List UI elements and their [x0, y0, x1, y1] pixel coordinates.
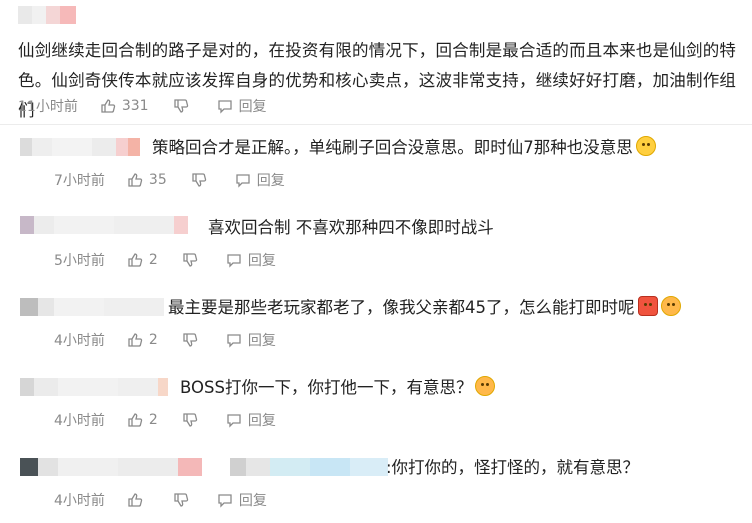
thumbs-down-icon — [183, 333, 198, 347]
reply-label: 回复 — [256, 173, 285, 189]
like-button[interactable] — [127, 492, 151, 508]
reply-label: 回复 — [247, 333, 276, 349]
reply-meta: 5小时前 2 回复 — [54, 250, 298, 270]
reply-username-blurred — [20, 298, 164, 316]
dislike-button[interactable] — [182, 332, 204, 348]
reply-username-blurred — [20, 378, 168, 396]
thumbs-up-icon — [101, 99, 116, 113]
reply-time: 4小时前 — [54, 493, 105, 509]
reply-icon — [227, 254, 241, 268]
reply-icon — [227, 334, 241, 348]
reply-text: :你打你的，怪打怪的，就有意思？ — [386, 454, 639, 478]
like-button[interactable]: 2 — [127, 332, 160, 348]
reply-text-content: 喜欢回合制 不喜欢那种四不像即时战斗 — [208, 218, 494, 237]
reply-button[interactable]: 回复 — [217, 96, 267, 116]
reply-text: 喜欢回合制 不喜欢那种四不像即时战斗 — [208, 214, 494, 238]
thumbs-up-icon — [128, 253, 143, 267]
thumbs-down-icon — [192, 173, 206, 187]
thumbs-up-icon — [128, 173, 143, 187]
reply-button[interactable]: 回复 — [235, 170, 285, 190]
reply-username-blurred — [230, 458, 388, 476]
comment-meta: 11小时前 331 回复 — [18, 96, 289, 116]
comment-time: 11小时前 — [18, 99, 78, 115]
dislike-button[interactable] — [191, 172, 213, 188]
reply-text-content: BOSS打你一下，你打他一下，有意思？ — [180, 378, 473, 397]
reply-text: 策略回合才是正解。，单纯刷子回合没意思。即时仙7那种也没意思 — [152, 134, 656, 158]
reply-icon — [217, 100, 232, 114]
like-button[interactable]: 35 — [127, 172, 169, 188]
reply-button[interactable]: 回复 — [226, 330, 276, 350]
divider — [0, 124, 752, 125]
like-button[interactable]: 2 — [127, 252, 160, 268]
reply-meta: 4小时前 回复 — [54, 490, 289, 510]
reply-meta: 4小时前 2 回复 — [54, 330, 298, 350]
dislike-button[interactable] — [182, 412, 204, 428]
like-count: 2 — [148, 412, 158, 428]
reply-text: 最主要是那些老玩家都老了，像我父亲都45了，怎么能打即时呢 — [168, 294, 681, 318]
dislike-button[interactable] — [173, 492, 195, 508]
reply-label: 回复 — [238, 99, 267, 115]
reply-button[interactable]: 回复 — [226, 410, 276, 430]
reply-label: 回复 — [238, 493, 267, 509]
thumbs-up-icon — [128, 493, 143, 507]
thumbs-up-icon — [128, 413, 143, 427]
reply-username-blurred — [20, 138, 140, 156]
reply-text-content: :你打你的，怪打怪的，就有意思？ — [386, 458, 640, 477]
thumbs-down-icon — [174, 493, 189, 507]
thumbs-down-icon — [183, 413, 198, 427]
thumbs-down-icon — [173, 99, 188, 113]
crying-emoji-icon — [637, 296, 658, 316]
reply-username-blurred — [20, 216, 188, 234]
reply-button[interactable]: 回复 — [217, 490, 267, 510]
reply-text-content: 最主要是那些老玩家都老了，像我父亲都45了，怎么能打即时呢 — [168, 298, 635, 317]
reply-icon — [236, 174, 250, 188]
thumbs-up-icon — [128, 333, 143, 347]
reply-time: 5小时前 — [54, 253, 105, 269]
reply-meta: 4小时前 2 回复 — [54, 410, 298, 430]
reply-button[interactable]: 回复 — [226, 250, 276, 270]
reply-label: 回复 — [247, 413, 276, 429]
reply-icon — [227, 414, 241, 428]
reply-text-content: 策略回合才是正解。，单纯刷子回合没意思。即时仙7那种也没意思 — [152, 138, 633, 157]
like-count: 2 — [148, 252, 158, 268]
like-count: 35 — [148, 172, 167, 188]
comment-username-blurred — [18, 6, 76, 24]
reply-meta: 7小时前 35 回复 — [54, 170, 307, 190]
reply-label: 回复 — [247, 253, 276, 269]
reply-icon — [218, 494, 232, 508]
reply-text: BOSS打你一下，你打他一下，有意思？ — [180, 374, 496, 398]
laughing-emoji-icon — [660, 296, 681, 316]
reply-time: 7小时前 — [54, 173, 105, 189]
reply-username-blurred — [20, 458, 202, 476]
reply-time: 4小时前 — [54, 413, 105, 429]
like-button[interactable]: 2 — [127, 412, 160, 428]
laughing-emoji-icon — [475, 376, 496, 396]
like-count: 2 — [148, 332, 158, 348]
smile-emoji-icon — [635, 136, 656, 156]
thumbs-down-icon — [183, 253, 198, 267]
dislike-button[interactable] — [182, 252, 204, 268]
like-count: 331 — [121, 98, 149, 114]
like-button[interactable]: 331 — [100, 98, 151, 114]
reply-time: 4小时前 — [54, 333, 105, 349]
dislike-button[interactable] — [173, 98, 195, 114]
comment-thread: 仙剑继续走回合制的路子是对的，在投资有限的情况下，回合制是最合适的而且本来也是仙… — [0, 0, 752, 523]
